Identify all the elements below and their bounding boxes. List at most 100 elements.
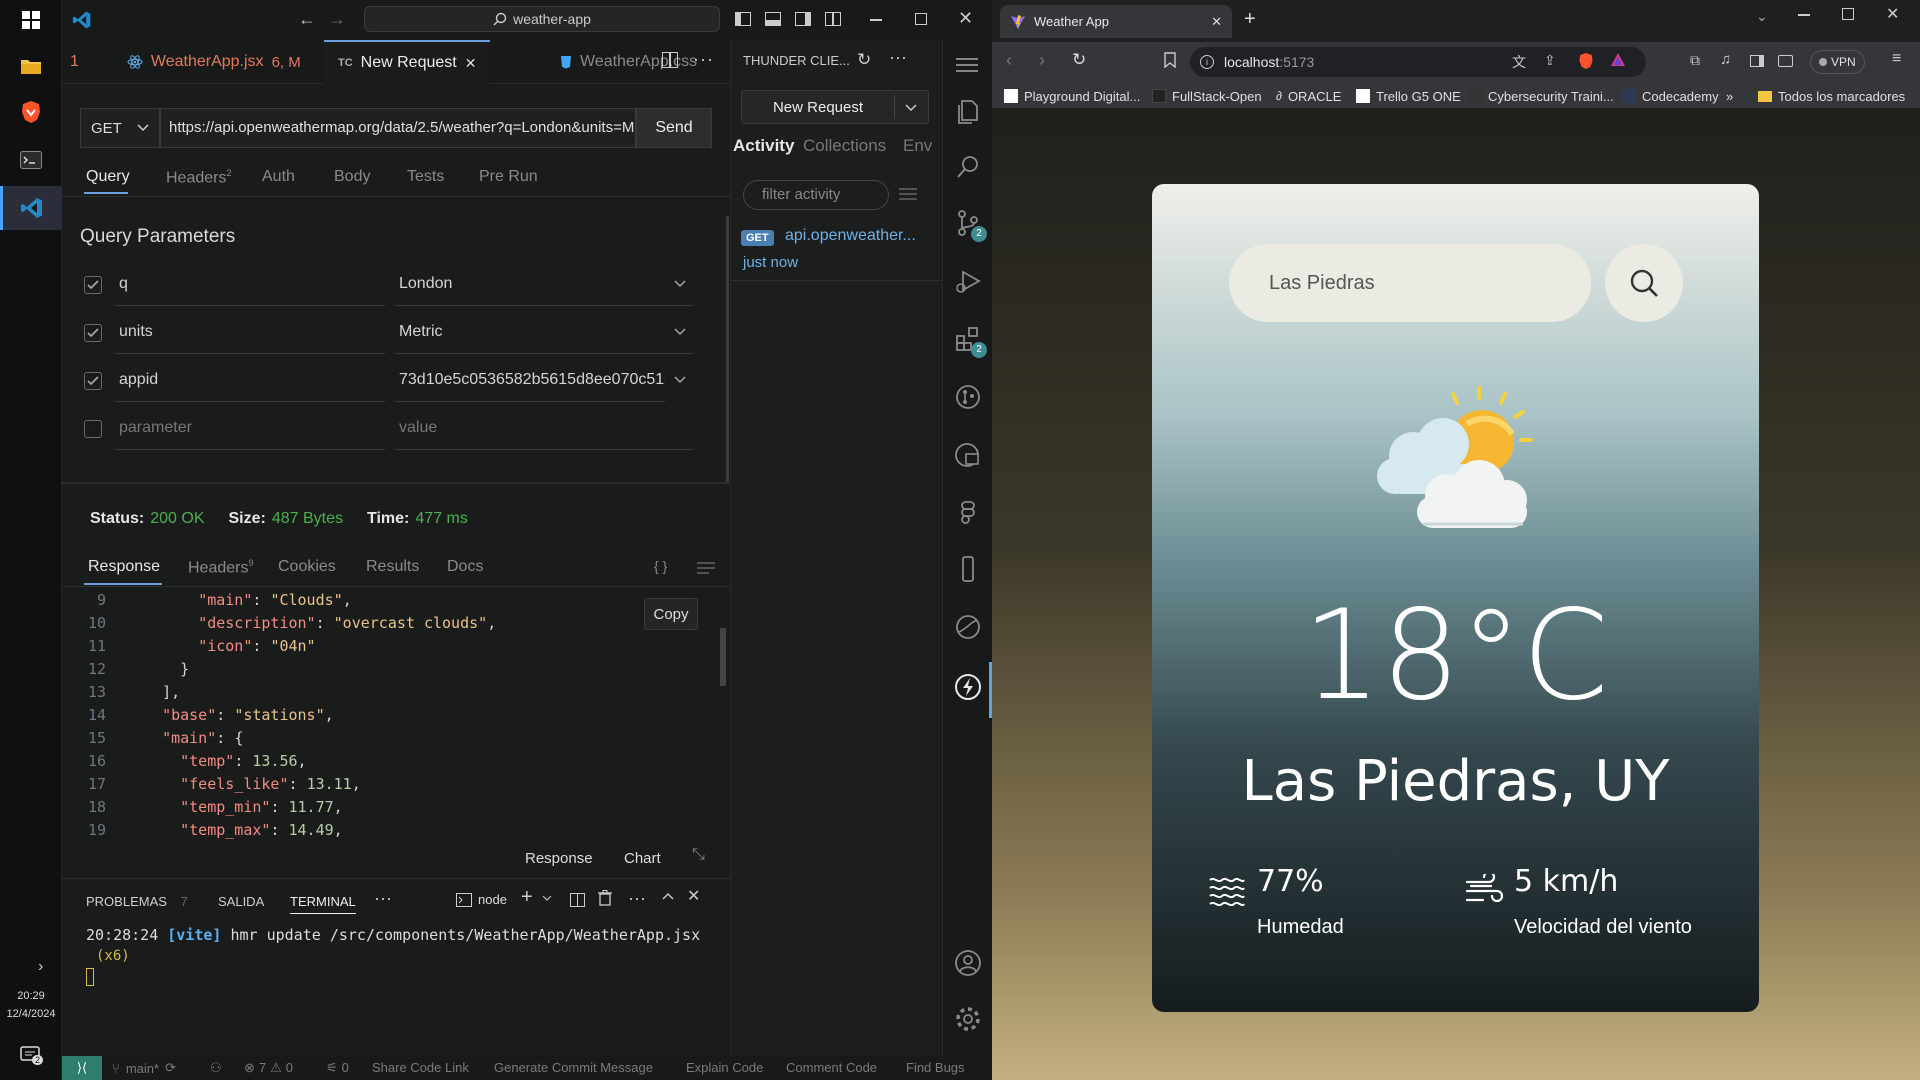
menu-lines-icon[interactable]	[697, 561, 715, 575]
param-value[interactable]: 73d10e5c0536582b5615d8ee070c518c	[395, 358, 665, 402]
filter-menu-icon[interactable]	[899, 187, 917, 201]
thunder-tab-collections[interactable]: Collections	[803, 136, 886, 156]
command-center-search[interactable]: weather-app	[364, 6, 720, 32]
status-explain-code[interactable]: Explain Code	[686, 1060, 763, 1075]
response-tab-docs[interactable]: Docs	[447, 558, 483, 576]
bookmark-item[interactable]: Codecademy	[1622, 84, 1719, 108]
param-value[interactable]: Metric	[395, 310, 693, 354]
bookmarks-overflow-icon[interactable]: »	[1726, 84, 1733, 108]
status-find-bugs[interactable]: Find Bugs	[906, 1060, 965, 1075]
chevron-down-icon[interactable]	[674, 328, 686, 336]
browser-reload-icon[interactable]: ↻	[1072, 50, 1086, 70]
vpn-button[interactable]: VPN	[1810, 50, 1865, 74]
clock-time[interactable]: 20:29	[0, 990, 62, 1002]
response-tab-cookies[interactable]: Cookies	[278, 558, 336, 576]
git-graph-icon[interactable]	[953, 382, 983, 412]
maximize-icon[interactable]	[915, 13, 927, 25]
extensions-puzzle-icon[interactable]: ⧉	[1690, 52, 1700, 69]
terminal-selector[interactable]: node	[456, 892, 507, 907]
activity-item[interactable]: GET api.openweather... just now	[741, 226, 937, 276]
param-key[interactable]: q	[115, 262, 385, 306]
tab-close-icon[interactable]: ✕	[465, 55, 477, 72]
subtab-tests[interactable]: Tests	[407, 168, 444, 186]
terminal-more-icon[interactable]: ···	[628, 888, 646, 909]
chevron-down-icon[interactable]	[674, 376, 686, 384]
settings-gear-icon[interactable]	[953, 1004, 983, 1034]
wallet-icon[interactable]	[1778, 55, 1793, 67]
panel-tab-output[interactable]: SALIDA	[218, 894, 264, 909]
bookmark-icon[interactable]	[1164, 52, 1176, 68]
copy-button[interactable]: Copy	[644, 598, 698, 630]
param-key[interactable]: units	[115, 310, 385, 354]
close-panel-icon[interactable]: ✕	[687, 886, 700, 906]
extensions-icon[interactable]: 2	[953, 324, 987, 358]
url-input[interactable]: https://api.openweathermap.org/data/2.5/…	[160, 108, 636, 148]
bookmark-item[interactable]: Playground Digital...	[1004, 84, 1140, 108]
brave-browser-icon[interactable]	[11, 92, 51, 132]
bookmark-item[interactable]: Cybersecurity Traini...	[1468, 84, 1614, 108]
split-editor-icon[interactable]	[662, 52, 678, 68]
toggle-secondary-sidebar-icon[interactable]	[795, 12, 811, 26]
param-value-placeholder[interactable]: value	[395, 406, 693, 450]
method-select[interactable]: GET	[80, 108, 160, 148]
terminal-icon[interactable]	[11, 140, 51, 180]
subtab-headers[interactable]: Headers2	[166, 168, 232, 187]
site-info-icon[interactable]: i	[1200, 55, 1214, 69]
city-search-input[interactable]: Las Piedras	[1229, 244, 1591, 322]
tab-search-chevron-icon[interactable]: ⌄	[1756, 8, 1768, 25]
chevron-down-icon[interactable]	[674, 280, 686, 288]
copilot-icon[interactable]: ⚇	[210, 1060, 222, 1076]
thunder-more-icon[interactable]: ···	[889, 47, 907, 68]
customize-layout-icon[interactable]	[825, 12, 841, 26]
subtab-query[interactable]: Query	[86, 168, 130, 186]
close-window-icon[interactable]: ✕	[958, 8, 973, 29]
status-generate-commit[interactable]: Generate Commit Message	[494, 1060, 653, 1075]
expand-icon[interactable]: ⤡	[692, 846, 705, 864]
response-view-tab[interactable]: Response	[525, 850, 593, 867]
bookmark-item[interactable]: ∂ ORACLE	[1276, 84, 1341, 108]
thunder-client-icon[interactable]	[953, 672, 983, 702]
panel-tab-problems[interactable]: PROBLEMAS 7	[86, 894, 188, 909]
splitter[interactable]	[62, 482, 730, 484]
search-button[interactable]	[1605, 244, 1683, 322]
subtab-body[interactable]: Body	[334, 168, 370, 186]
panel-tab-terminal[interactable]: TERMINAL	[290, 894, 356, 914]
brave-shields-icon[interactable]	[1578, 52, 1594, 70]
browser-maximize-icon[interactable]	[1842, 8, 1854, 20]
all-bookmarks-folder[interactable]: Todos los marcadores	[1758, 84, 1905, 108]
trash-icon[interactable]	[598, 890, 612, 906]
clock-date[interactable]: 12/4/2024	[0, 1008, 62, 1020]
response-tab-response[interactable]: Response	[88, 558, 160, 576]
browser-forward-icon[interactable]: ›	[1039, 50, 1045, 71]
source-control-icon[interactable]: 2	[953, 208, 987, 242]
response-scrollbar[interactable]	[720, 628, 726, 686]
notifications-icon[interactable]: 2	[20, 1046, 44, 1065]
explorer-icon[interactable]	[953, 96, 983, 126]
param-checkbox-unchecked[interactable]	[84, 420, 102, 438]
chart-view-tab[interactable]: Chart	[624, 850, 661, 867]
response-json-viewer[interactable]: 9 "main": "Clouds", 10 "description": "ov…	[62, 589, 722, 839]
send-button[interactable]: Send	[636, 108, 712, 148]
share-icon[interactable]: ⇪	[1544, 52, 1556, 69]
param-value[interactable]: London	[395, 262, 693, 306]
chevron-down-icon[interactable]	[542, 895, 552, 902]
media-icon[interactable]: ♫	[1720, 51, 1731, 68]
account-icon[interactable]	[953, 948, 983, 978]
param-checkbox-checked[interactable]	[84, 324, 102, 342]
run-debug-icon[interactable]	[953, 266, 983, 296]
bookmark-item[interactable]: Trello G5 ONE	[1356, 84, 1461, 108]
taskbar-active-app[interactable]	[0, 186, 62, 230]
toggle-primary-sidebar-icon[interactable]	[735, 12, 751, 26]
new-request-button[interactable]: New Request	[742, 91, 894, 123]
browser-close-icon[interactable]: ✕	[1886, 4, 1899, 24]
browser-back-icon[interactable]: ‹	[1006, 50, 1012, 71]
remote-indicator-icon[interactable]: ⟩⟨	[62, 1056, 102, 1080]
status-share-code-link[interactable]: Share Code Link	[372, 1060, 469, 1075]
minimize-icon[interactable]	[870, 19, 882, 21]
browser-menu-icon[interactable]: ≡	[1892, 50, 1901, 68]
split-terminal-icon[interactable]	[570, 893, 585, 907]
maximize-panel-icon[interactable]	[662, 892, 674, 900]
json-format-icon[interactable]: { }	[654, 558, 667, 574]
forward-arrow-icon[interactable]: →	[328, 9, 346, 30]
tab-new-request[interactable]: TC New Request ✕	[324, 40, 491, 84]
